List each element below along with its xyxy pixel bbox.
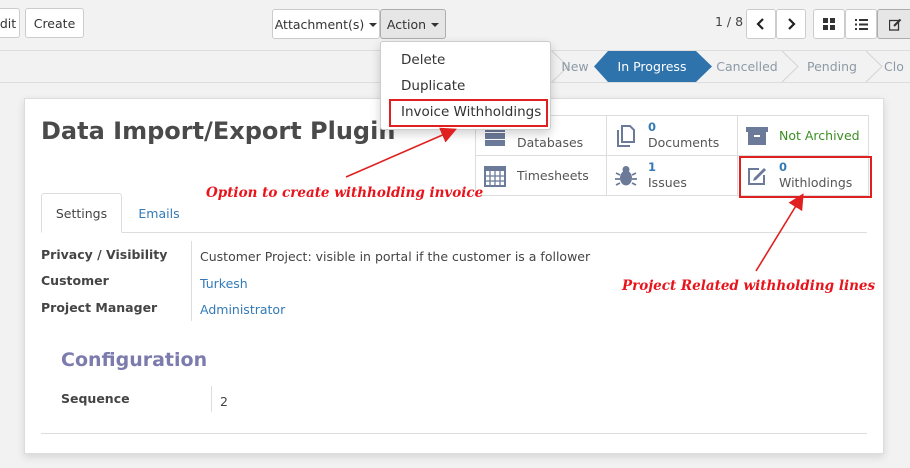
- annotation-lines-note: Project Related withholding lines: [622, 278, 876, 294]
- annotation-arrows: [345, 127, 804, 272]
- annotation-menu-note: Option to create withholding invoice: [206, 185, 484, 201]
